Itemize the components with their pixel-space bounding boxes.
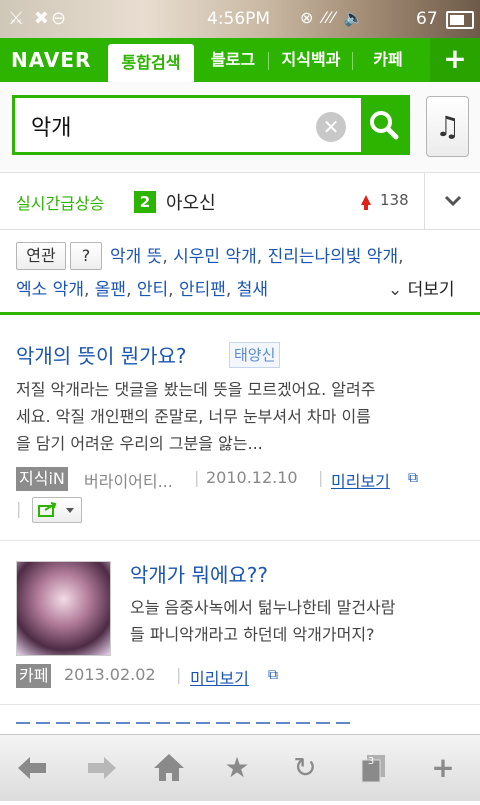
- forward-icon: [88, 757, 116, 779]
- related-link[interactable]: 안티팬: [179, 280, 226, 300]
- battery-level: 67: [416, 9, 438, 29]
- more-tabs-button[interactable]: +: [430, 38, 480, 82]
- related-link[interactable]: 안티: [137, 280, 168, 300]
- more-label: 더보기: [407, 280, 455, 300]
- related-link[interactable]: 철새: [237, 280, 268, 300]
- back-button[interactable]: [10, 745, 56, 791]
- tab-count: 3: [367, 756, 375, 767]
- preview-link[interactable]: 미리보기: [190, 665, 249, 689]
- snippet-line: 들 파니악개라고 하던데 악개가머지?: [130, 625, 375, 644]
- realtime-trend-bar[interactable]: 실시간급상승 2 아오신 138: [0, 173, 480, 230]
- naver-header: NAVER 통합검색 블로그 지식백과 카페 +: [0, 38, 480, 82]
- result-date: 2013.02.02: [64, 665, 156, 684]
- search-icon: [370, 111, 399, 140]
- tab-blog[interactable]: 블로그: [200, 38, 266, 82]
- result-author: 버라이어티...: [84, 472, 173, 491]
- forward-button[interactable]: [78, 745, 124, 791]
- source-badge: 카페: [16, 664, 52, 688]
- related-badge: 연관: [16, 242, 66, 270]
- result-date: 2010.12.10: [206, 468, 298, 487]
- tab-integrated-search[interactable]: 통합검색: [108, 44, 194, 82]
- search-box: ✕: [12, 95, 410, 155]
- naver-logo[interactable]: NAVER: [11, 48, 91, 72]
- meta-divider: |: [16, 499, 22, 518]
- result-snippet: 저질 악개라는 댓글을 봤는데 뜻을 모르겠어요. 알려주 세요. 악질 개인팬…: [16, 376, 471, 457]
- result-thumbnail[interactable]: [16, 561, 111, 656]
- tabs-button[interactable]: 3: [350, 745, 396, 791]
- more-related-button[interactable]: ⌄ 더보기: [388, 275, 455, 300]
- meta-divider: |: [176, 665, 182, 684]
- related-link[interactable]: 악개 뜻: [110, 247, 162, 267]
- signal-icons: ⊗ ⁄⁄⁄ 🔈: [300, 8, 366, 27]
- status-time: 4:56PM: [207, 9, 271, 29]
- related-link[interactable]: 시우민 악개: [173, 247, 257, 267]
- realtime-label: 실시간급상승: [16, 194, 105, 213]
- status-bar: ⚔ ✖⊖ 4:56PM ⊗ ⁄⁄⁄ 🔈 67: [0, 0, 480, 38]
- home-button[interactable]: [146, 745, 192, 791]
- search-input[interactable]: [29, 106, 313, 146]
- trend-count: 138: [380, 191, 409, 209]
- result-title[interactable]: 악개의 뜻이 뭔가요?: [16, 340, 187, 369]
- music-note-icon: ♫: [434, 110, 461, 143]
- music-search-button[interactable]: ♫: [426, 96, 469, 157]
- open-window-icon: ⧉: [268, 667, 278, 683]
- share-button[interactable]: [32, 497, 82, 523]
- related-line-2: 엑소 악개, 올팬, 안티, 안티팬, 철새: [16, 280, 268, 300]
- related-link[interactable]: 진리는나의빛 악개: [268, 247, 399, 267]
- open-window-icon: ⧉: [408, 470, 418, 486]
- next-result-peek: [16, 722, 356, 732]
- tab-divider: [268, 52, 269, 70]
- chevron-down-icon: [444, 195, 462, 207]
- tab-divider: [352, 52, 353, 70]
- related-searches: 연관 ? 악개 뜻, 시우민 악개, 진리는나의빛 악개, 엑소 악개, 올팬,…: [0, 230, 480, 312]
- expand-trends-button[interactable]: [424, 173, 480, 229]
- search-button[interactable]: [361, 98, 407, 152]
- trend-rank-badge: 2: [134, 191, 156, 213]
- refresh-button[interactable]: ↻: [282, 745, 328, 791]
- share-icon: [38, 502, 74, 517]
- snippet-line: 오늘 음중사녹에서 턺누나한테 말건사람: [130, 598, 396, 617]
- result-snippet: 오늘 음중사녹에서 턺누나한테 말건사람 들 파니악개라고 하던데 악개가머지?: [130, 594, 470, 648]
- clear-icon[interactable]: ✕: [316, 112, 346, 142]
- result-title[interactable]: 악개가 뭐에요??: [130, 559, 268, 588]
- chevron-down-icon: ⌄: [388, 280, 403, 300]
- add-icon: +: [431, 751, 455, 784]
- browser-toolbar: ★ ↻ 3 +: [0, 734, 480, 801]
- new-tab-button[interactable]: +: [420, 745, 466, 791]
- trend-up-arrow-icon: [361, 195, 371, 210]
- bookmark-star-icon: ★: [224, 751, 250, 784]
- related-link[interactable]: 엑소 악개: [16, 280, 84, 300]
- back-icon: [18, 757, 46, 779]
- trend-keyword[interactable]: 아오신: [166, 189, 216, 215]
- related-line-1: 악개 뜻, 시우민 악개, 진리는나의빛 악개,: [110, 247, 404, 267]
- battery-icon: [446, 11, 474, 29]
- result-tag[interactable]: 태양신: [229, 342, 281, 368]
- tab-cafe[interactable]: 카페: [356, 38, 420, 82]
- tab-encyclopedia[interactable]: 지식백과: [272, 38, 350, 82]
- search-result: 악개의 뜻이 뭔가요? 태양신 저질 악개라는 댓글을 봤는데 뜻을 모르겠어요…: [0, 315, 480, 540]
- source-badge: 지식iN: [16, 467, 68, 491]
- refresh-icon: ↻: [293, 751, 317, 784]
- snippet-line: 을 담기 어려운 우리의 그분을 앓는...: [16, 434, 263, 453]
- meta-divider: |: [318, 468, 324, 487]
- snippet-line: 저질 악개라는 댓글을 봤는데 뜻을 모르겠어요. 알려주: [16, 380, 376, 399]
- search-result: 악개가 뭐에요?? 오늘 음중사녹에서 턺누나한테 말건사람 들 파니악개라고 …: [0, 541, 480, 704]
- bookmark-button[interactable]: ★: [214, 745, 260, 791]
- result-divider: [0, 704, 480, 705]
- home-icon: [154, 754, 184, 781]
- notification-icons: ⚔ ✖⊖: [8, 8, 69, 29]
- preview-link[interactable]: 미리보기: [331, 468, 390, 492]
- snippet-line: 세요. 악질 개인팬의 준말로, 너무 눈부셔서 차마 이름: [16, 407, 371, 426]
- search-area: ✕ ♫: [0, 82, 480, 173]
- related-link[interactable]: 올팬: [95, 280, 126, 300]
- meta-divider: |: [194, 468, 200, 487]
- help-button[interactable]: ?: [70, 242, 102, 270]
